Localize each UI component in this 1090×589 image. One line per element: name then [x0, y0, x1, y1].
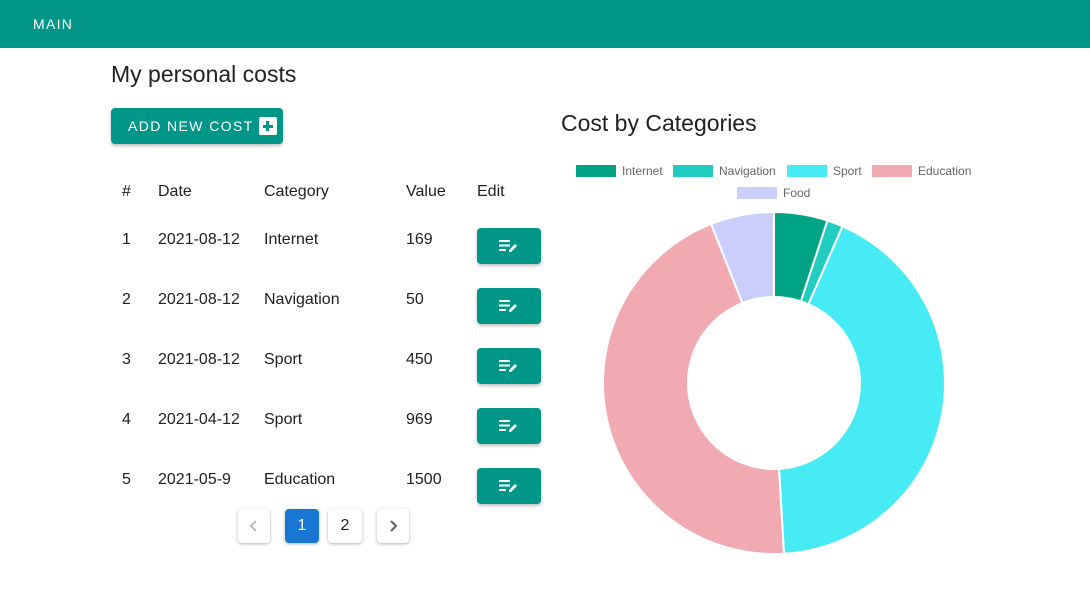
doughnut-chart [602, 210, 946, 555]
